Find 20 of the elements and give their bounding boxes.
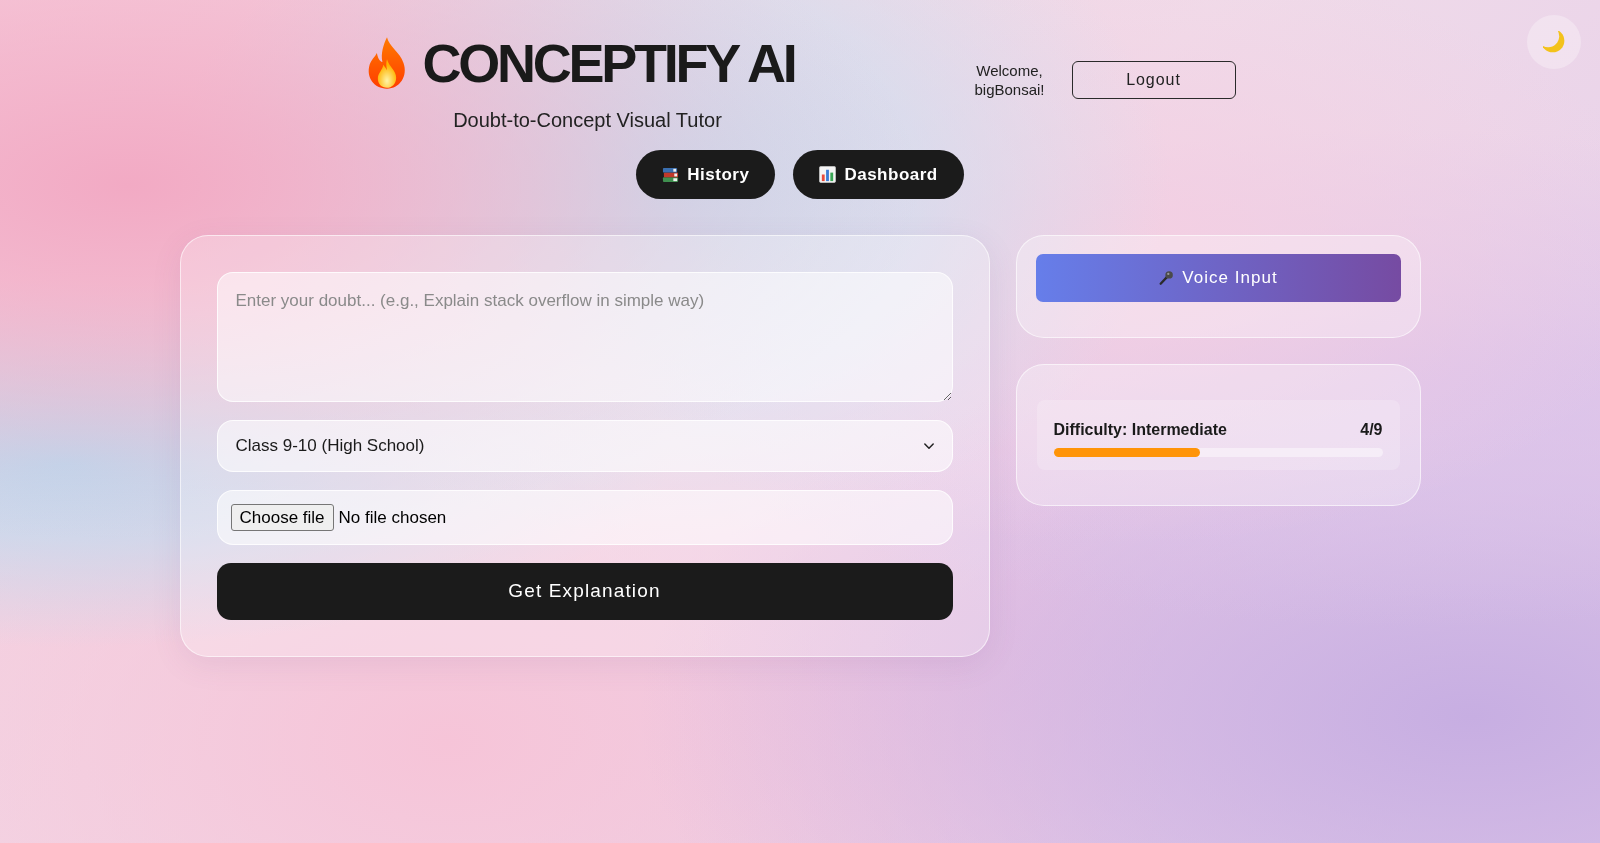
- app-title: CONCEPTIFY AI: [422, 36, 795, 90]
- books-icon: [662, 166, 680, 183]
- difficulty-score: 4/9: [1360, 420, 1383, 440]
- voice-input-button[interactable]: Voice Input: [1035, 254, 1401, 302]
- class-select[interactable]: Class 9-10 (High School): [216, 420, 953, 472]
- nav-button[interactable]: Dashboard: [793, 150, 964, 199]
- welcome-text: Welcome, bigBonsai!: [973, 61, 1046, 99]
- moon-icon: [1543, 31, 1565, 53]
- app-subtitle: Doubt-to-Concept Visual Tutor: [452, 108, 722, 133]
- choose-file-button[interactable]: Choose file: [230, 504, 334, 531]
- microphone-icon: [1158, 270, 1175, 286]
- logout-button[interactable]: Logout: [1071, 61, 1236, 99]
- get-explanation-button[interactable]: Get Explanation: [216, 563, 953, 620]
- file-upload-field[interactable]: Choose file No file chosen: [216, 490, 953, 545]
- doubt-field[interactable]: Enter your doubt... (e.g., Explain stack overflow in simple way): [216, 272, 953, 402]
- chevron-down-icon: [923, 442, 934, 450]
- nav-button[interactable]: History: [636, 150, 776, 199]
- bar-chart-icon: [819, 166, 837, 183]
- difficulty-label: Difficulty: Intermediate: [1053, 420, 1227, 440]
- file-status-text: No file chosen: [338, 506, 447, 529]
